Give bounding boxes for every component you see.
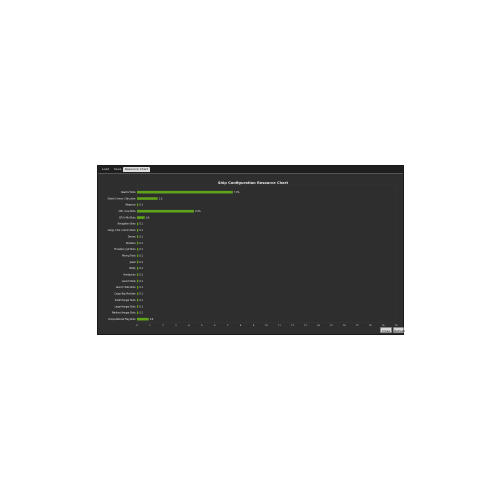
data-label: 0.1 — [139, 235, 143, 238]
data-label: 0.1 — [139, 248, 143, 251]
x-tick-label: 7 — [227, 324, 229, 326]
bar — [137, 197, 158, 200]
data-label: 0.1 — [139, 242, 143, 245]
x-tick-label: 0 — [136, 324, 138, 326]
bar — [137, 292, 139, 296]
data-label: 0.1 — [139, 261, 143, 264]
category-label: Shield / Armor / Structure — [108, 197, 137, 200]
data-label: 0.1 — [139, 299, 143, 302]
x-tick-label: 8 — [240, 324, 242, 326]
x-tick-label: 5 — [201, 324, 203, 326]
category-label: Hardpoints — [124, 274, 137, 277]
data-label: 0.1 — [139, 305, 143, 308]
x-tick-label: 2 — [162, 324, 164, 326]
data-label: 0.9 — [150, 318, 154, 321]
x-tick-label: 14 — [317, 324, 320, 326]
category-label: Boosters — [126, 242, 136, 245]
x-tick-label: 16 — [343, 324, 346, 326]
x-tick-label: 10 — [265, 324, 268, 326]
category-label: Mining Tools — [122, 254, 136, 257]
data-label: 0.1 — [139, 274, 143, 277]
category-label: Cargo Bay Modules — [114, 293, 136, 296]
bar — [137, 209, 194, 213]
close-button[interactable]: Close — [380, 327, 392, 333]
data-label: 0.1 — [139, 229, 143, 232]
category-label: Weapons — [126, 204, 137, 207]
x-tick-label: 12 — [291, 324, 294, 326]
category-label: Cargo / Ore / Ammo Slots — [108, 229, 137, 232]
data-label: 0.1 — [139, 223, 143, 226]
x-tick-label: 9 — [253, 324, 255, 326]
category-label: Drones — [128, 235, 137, 238]
x-tick-label: 17 — [356, 324, 359, 326]
bar — [137, 241, 139, 245]
data-label: 0.1 — [139, 312, 143, 315]
x-tick-label: 20 — [395, 324, 398, 326]
bar — [137, 317, 149, 321]
data-label: 0.1 — [139, 280, 143, 283]
bar — [137, 311, 139, 315]
category-label: CPU / Low Slots — [119, 210, 137, 213]
category-label: Large Hangar Slots — [115, 305, 137, 308]
category-label: Medium Hangar Slots — [112, 312, 136, 315]
category-label: Computational Flag Slots — [108, 318, 136, 321]
bar — [137, 260, 139, 264]
x-tick-label: 13 — [304, 324, 307, 326]
category-label: Utility — [129, 267, 136, 270]
data-label: 0.6 — [146, 216, 150, 219]
resource-bar-chart: Ship Configuration Resource Chart Reacto… — [108, 181, 398, 326]
bar — [137, 286, 139, 289]
category-label: CPU / Mid Slots — [119, 216, 136, 219]
x-tick-label: 15 — [330, 324, 333, 326]
category-label: Launch Pads — [122, 280, 137, 283]
bar — [137, 248, 139, 251]
data-label: 0.1 — [139, 286, 143, 289]
x-tick-label: 11 — [278, 324, 281, 326]
x-tick-label: 19 — [382, 324, 385, 326]
x-tick-label: 4 — [188, 324, 190, 326]
tab-load[interactable]: Load — [100, 167, 111, 172]
refresh-button[interactable]: Refresh — [393, 327, 405, 333]
tab-save[interactable]: Save — [112, 167, 123, 172]
data-label: 1.6 — [159, 197, 163, 200]
category-label: Small Hangar Slots — [115, 299, 137, 302]
data-label: 0.1 — [139, 293, 143, 296]
category-label: Jewel — [129, 261, 136, 264]
bar — [137, 254, 139, 257]
category-label: Thrusters / Jet Slots — [114, 248, 136, 251]
bar — [137, 222, 139, 226]
x-tick-label: 6 — [214, 324, 216, 326]
bar — [137, 279, 139, 283]
x-tick-label: 1 — [149, 324, 151, 326]
bar — [137, 305, 139, 308]
plot-frame — [136, 184, 397, 323]
bar — [137, 203, 139, 207]
data-label: 0.1 — [139, 204, 143, 207]
category-label: Launch Tube Slots — [116, 286, 137, 289]
resource-chart-window: Load Save Resource Chart Ship Configurat… — [97, 165, 405, 335]
chart-title: Ship Configuration Resource Chart — [218, 181, 288, 185]
data-label: 0.1 — [139, 254, 143, 257]
bar — [137, 190, 233, 194]
tab-resource-chart[interactable]: Resource Chart — [123, 167, 150, 172]
x-tick-label: 3 — [175, 324, 177, 326]
category-label: Reactor Slots — [121, 191, 136, 194]
data-label: 7.4% — [234, 191, 240, 194]
category-label: Navigation Slots — [118, 223, 137, 226]
bar — [137, 235, 139, 238]
data-label: 0.1 — [139, 267, 143, 270]
bar — [137, 267, 139, 270]
x-tick-label: 18 — [369, 324, 372, 326]
data-label: 4.4% — [195, 210, 201, 213]
bar — [137, 273, 139, 277]
bar — [137, 228, 139, 232]
bar — [137, 216, 145, 219]
tab-bar: Load Save Resource Chart — [98, 166, 403, 174]
plot-area: Reactor Slots 7.4% Shield / Armor / Struct… — [108, 184, 398, 326]
bar — [137, 298, 139, 302]
